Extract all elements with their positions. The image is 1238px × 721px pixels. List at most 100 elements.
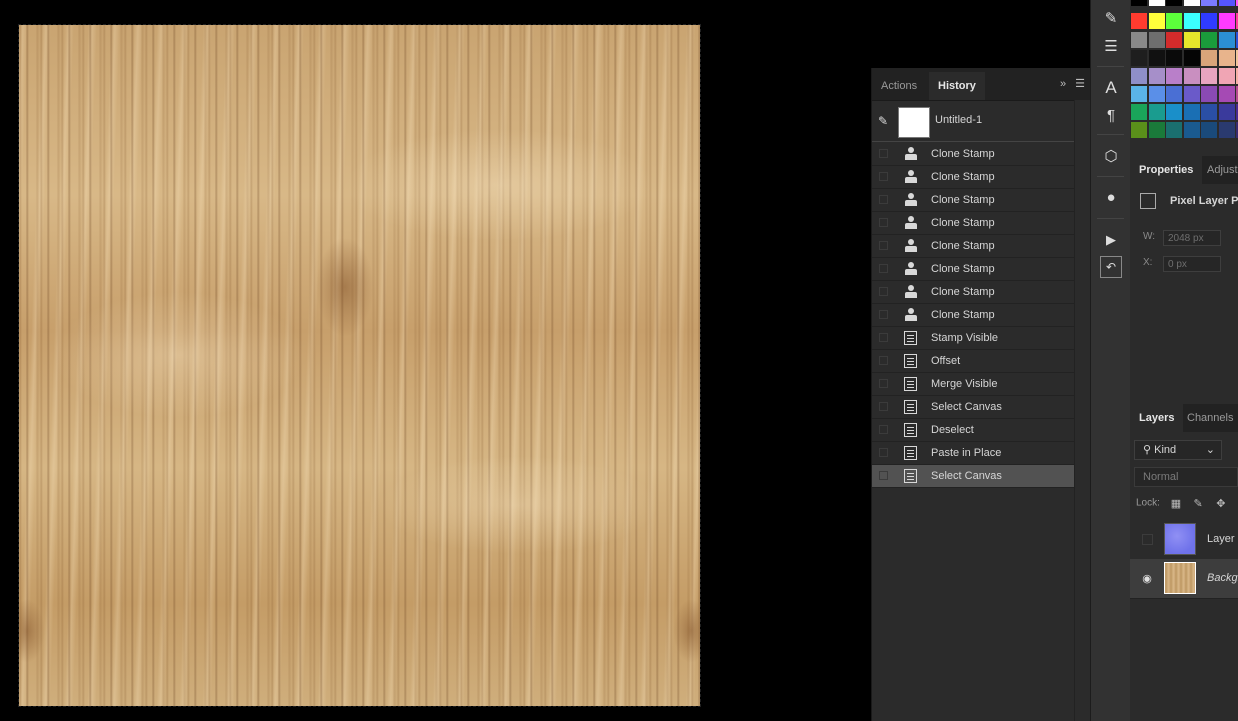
color-swatch[interactable] — [1218, 50, 1235, 66]
history-source-checkbox[interactable] — [879, 448, 888, 457]
color-swatch[interactable] — [1201, 0, 1217, 6]
color-swatch[interactable] — [1183, 0, 1200, 6]
tab-history[interactable]: History — [929, 72, 985, 100]
x-field[interactable]: 0 px — [1163, 256, 1221, 272]
history-state-row[interactable]: Clone Stamp — [872, 166, 1074, 189]
history-source-checkbox[interactable] — [879, 402, 888, 411]
color-swatch[interactable] — [1148, 13, 1165, 29]
history-source-checkbox[interactable] — [879, 333, 888, 342]
color-swatch[interactable] — [1131, 104, 1147, 120]
lock-pixels-icon[interactable]: ✎ — [1193, 497, 1205, 510]
tab-actions[interactable]: Actions — [872, 72, 926, 100]
color-swatch[interactable] — [1148, 0, 1165, 6]
tab-channels[interactable]: Channels — [1178, 404, 1238, 432]
visibility-toggle[interactable] — [1142, 534, 1153, 545]
color-swatch[interactable] — [1148, 122, 1165, 138]
color-swatch[interactable] — [1131, 50, 1147, 66]
history-state-row[interactable]: Merge Visible — [872, 373, 1074, 396]
color-swatch[interactable] — [1131, 86, 1147, 102]
layer-filter-select[interactable]: ⚲ Kind ⌄ — [1134, 440, 1222, 460]
layer-row[interactable]: ◉ Backgr — [1130, 559, 1238, 599]
history-source-checkbox[interactable] — [879, 218, 888, 227]
tab-layers[interactable]: Layers — [1130, 404, 1184, 432]
width-field[interactable]: 2048 px — [1163, 230, 1221, 246]
color-swatch[interactable] — [1166, 50, 1182, 66]
color-swatch[interactable] — [1131, 13, 1147, 29]
history-state-row[interactable]: Select Canvas — [872, 396, 1074, 419]
layer-name[interactable]: Backgr — [1207, 572, 1238, 584]
color-swatch[interactable] — [1131, 32, 1147, 48]
color-swatch[interactable] — [1131, 122, 1147, 138]
color-swatch[interactable] — [1148, 50, 1165, 66]
play-icon[interactable]: ▶ — [1100, 229, 1122, 251]
lock-transparent-icon[interactable]: ▦ — [1171, 497, 1183, 510]
history-state-row[interactable]: Clone Stamp — [872, 235, 1074, 258]
color-swatch[interactable] — [1201, 86, 1217, 102]
color-swatch[interactable] — [1218, 68, 1235, 84]
history-source-checkbox[interactable] — [879, 287, 888, 296]
history-source-checkbox[interactable] — [879, 310, 888, 319]
history-state-row[interactable]: Paste in Place — [872, 442, 1074, 465]
history-state-row[interactable]: Clone Stamp — [872, 258, 1074, 281]
color-swatch[interactable] — [1148, 104, 1165, 120]
history-state-row[interactable]: Clone Stamp — [872, 304, 1074, 327]
history-state-row[interactable]: Stamp Visible — [872, 327, 1074, 350]
history-snapshot[interactable]: ✎ Untitled-1 — [872, 101, 1074, 142]
color-swatch[interactable] — [1166, 68, 1182, 84]
color-swatch[interactable] — [1201, 122, 1217, 138]
color-swatch[interactable] — [1183, 32, 1200, 48]
alien-icon[interactable]: ● — [1100, 187, 1122, 209]
lock-position-icon[interactable]: ✥ — [1216, 497, 1228, 510]
history-state-row[interactable]: Offset — [872, 350, 1074, 373]
history-state-row[interactable]: Deselect — [872, 419, 1074, 442]
history-brush-source-icon[interactable]: ✎ — [878, 114, 894, 128]
color-swatch[interactable] — [1148, 86, 1165, 102]
color-swatch[interactable] — [1183, 50, 1200, 66]
color-swatch[interactable] — [1218, 13, 1235, 29]
history-source-checkbox[interactable] — [879, 172, 888, 181]
color-swatch[interactable] — [1183, 122, 1200, 138]
color-swatch[interactable] — [1218, 122, 1235, 138]
history-brush-icon[interactable]: ↶ — [1100, 256, 1122, 278]
color-swatch[interactable] — [1183, 68, 1200, 84]
color-swatch[interactable] — [1148, 68, 1165, 84]
color-swatch[interactable] — [1183, 13, 1200, 29]
history-state-row[interactable]: Clone Stamp — [872, 189, 1074, 212]
3d-icon[interactable]: ⬡ — [1100, 146, 1122, 168]
blend-mode-select[interactable]: Normal — [1134, 467, 1238, 487]
color-swatch[interactable] — [1166, 32, 1182, 48]
tab-properties[interactable]: Properties — [1130, 156, 1203, 184]
color-swatch[interactable] — [1166, 104, 1182, 120]
color-swatch[interactable] — [1218, 32, 1235, 48]
history-state-row[interactable]: Clone Stamp — [872, 281, 1074, 304]
history-source-checkbox[interactable] — [879, 471, 888, 480]
history-scrollbar[interactable] — [1074, 100, 1091, 721]
color-swatch[interactable] — [1201, 13, 1217, 29]
panel-menu-icon[interactable]: ☰ — [1075, 77, 1085, 90]
color-swatch[interactable] — [1166, 13, 1182, 29]
brush-settings-icon[interactable]: ✎ — [1100, 8, 1122, 30]
history-state-row[interactable]: Select Canvas — [872, 465, 1074, 488]
history-source-checkbox[interactable] — [879, 379, 888, 388]
history-state-row[interactable]: Clone Stamp — [872, 212, 1074, 235]
eye-icon[interactable]: ◉ — [1140, 572, 1154, 585]
history-state-row[interactable]: Clone Stamp — [872, 143, 1074, 166]
document-canvas[interactable] — [18, 24, 701, 707]
color-swatch[interactable] — [1148, 32, 1165, 48]
adjust-sliders-icon[interactable]: ☰ — [1100, 36, 1122, 58]
color-swatch[interactable] — [1201, 32, 1217, 48]
layer-row[interactable]: Layer 1 — [1130, 520, 1238, 560]
color-swatch[interactable] — [1201, 50, 1217, 66]
history-source-checkbox[interactable] — [879, 149, 888, 158]
layer-name[interactable]: Layer 1 — [1207, 533, 1238, 545]
color-swatch[interactable] — [1166, 0, 1182, 6]
history-source-checkbox[interactable] — [879, 241, 888, 250]
history-source-checkbox[interactable] — [879, 356, 888, 365]
paragraph-icon[interactable]: ¶ — [1100, 105, 1122, 127]
color-swatch[interactable] — [1166, 122, 1182, 138]
character-icon[interactable]: A — [1100, 77, 1122, 99]
tab-adjustments[interactable]: Adjust — [1198, 156, 1238, 184]
color-swatch[interactable] — [1218, 104, 1235, 120]
color-swatch[interactable] — [1166, 86, 1182, 102]
color-swatch[interactable] — [1201, 68, 1217, 84]
